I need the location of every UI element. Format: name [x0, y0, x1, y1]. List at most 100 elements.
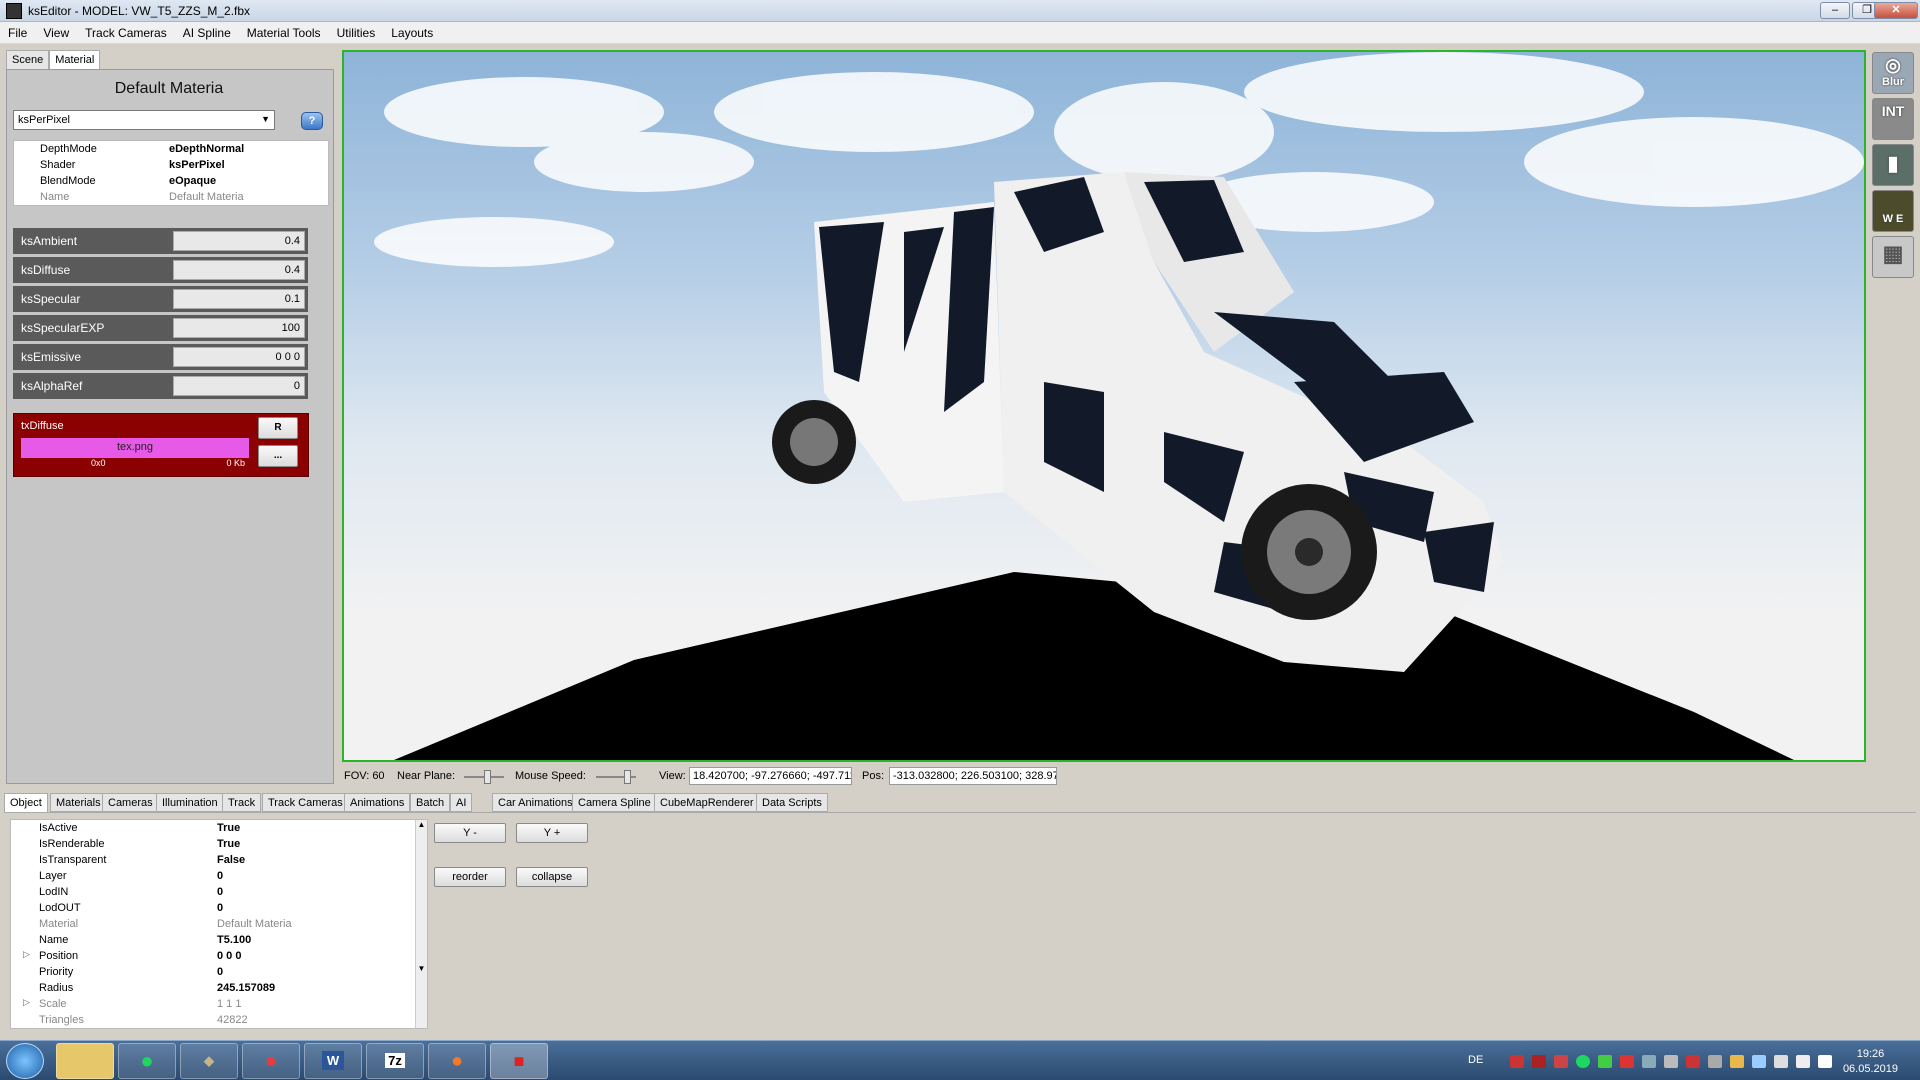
- shader-select-value: ksPerPixel: [18, 114, 70, 126]
- property-row[interactable]: ▷ Position 0 0 0: [11, 948, 427, 964]
- slider-knob[interactable]: [624, 770, 631, 784]
- property-row[interactable]: Triangles 42822: [11, 1012, 427, 1028]
- menu-layouts[interactable]: Layouts: [383, 22, 441, 44]
- param-value-input[interactable]: 0.1: [173, 289, 305, 309]
- property-row[interactable]: Material Default Materia: [11, 916, 427, 932]
- int-hr-lr-button[interactable]: INT: [1872, 98, 1914, 140]
- pos-field[interactable]: -313.032800; 226.503100; 328.97: [889, 767, 1057, 785]
- vivaldi-taskbar-icon[interactable]: ●: [242, 1043, 300, 1079]
- tray-icon[interactable]: [1598, 1055, 1612, 1068]
- tab-track-cameras[interactable]: Track Cameras: [262, 793, 349, 812]
- tab-car-animations[interactable]: Car Animations: [492, 793, 579, 812]
- blur-toggle-button[interactable]: ◎ Blur: [1872, 52, 1914, 94]
- menu-view[interactable]: View: [35, 22, 77, 44]
- expand-icon[interactable]: ▷: [23, 949, 30, 960]
- y-minus-button[interactable]: Y -: [434, 823, 506, 843]
- browse-texture-button[interactable]: ...: [258, 445, 298, 467]
- view-field[interactable]: 18.420700; -97.276660; -497.711: [689, 767, 852, 785]
- tray-icon[interactable]: [1532, 1055, 1546, 1068]
- tab-material[interactable]: Material: [49, 50, 101, 70]
- property-row[interactable]: LodIN 0: [11, 884, 427, 900]
- grid-toggle-button[interactable]: ▦: [1872, 236, 1914, 278]
- blur-icon: ◎: [1885, 55, 1901, 75]
- param-value-input[interactable]: 100: [173, 318, 305, 338]
- 7zip-taskbar-icon[interactable]: 7z: [366, 1043, 424, 1079]
- near-plane-slider[interactable]: [464, 770, 504, 784]
- property-row[interactable]: DepthMode eDepthNormal: [14, 141, 328, 157]
- tab-materials[interactable]: Materials: [50, 793, 107, 812]
- tab-animations[interactable]: Animations: [344, 793, 411, 812]
- tray-icon[interactable]: [1752, 1055, 1766, 1068]
- explorer-taskbar-icon[interactable]: [56, 1043, 114, 1079]
- tab-camera-spline[interactable]: Camera Spline: [572, 793, 657, 812]
- tab-ai[interactable]: AI: [450, 793, 473, 812]
- tray-icon[interactable]: [1730, 1055, 1744, 1068]
- spotify-taskbar-icon[interactable]: ●: [118, 1043, 176, 1079]
- tab-data-scripts[interactable]: Data Scripts: [756, 793, 828, 812]
- shader-select[interactable]: ksPerPixel ▼: [13, 110, 275, 130]
- tab-cubemaprenderer[interactable]: CubeMapRenderer: [654, 793, 760, 812]
- mouse-speed-slider[interactable]: [596, 770, 636, 784]
- tray-icon[interactable]: [1708, 1055, 1722, 1068]
- param-value-input[interactable]: 0: [173, 376, 305, 396]
- tab-scene[interactable]: Scene: [6, 50, 50, 69]
- expand-icon[interactable]: ▷: [23, 997, 30, 1008]
- tab-object[interactable]: Object: [4, 793, 48, 813]
- volume-icon[interactable]: [1818, 1055, 1832, 1068]
- menu-track-cameras[interactable]: Track Cameras: [77, 22, 175, 44]
- we-lights-button[interactable]: W E: [1872, 190, 1914, 232]
- tray-icon[interactable]: [1642, 1055, 1656, 1068]
- tray-icon[interactable]: [1686, 1055, 1700, 1068]
- language-indicator[interactable]: DE: [1468, 1054, 1483, 1066]
- texture-file[interactable]: tex.png: [21, 438, 249, 458]
- tray-icon[interactable]: [1554, 1055, 1568, 1068]
- tray-icon[interactable]: [1510, 1055, 1524, 1068]
- spotify-tray-icon[interactable]: [1576, 1055, 1590, 1068]
- kseditor-taskbar-icon[interactable]: ■: [490, 1043, 548, 1079]
- menu-material-tools[interactable]: Material Tools: [239, 22, 329, 44]
- param-value-input[interactable]: 0 0 0: [173, 347, 305, 367]
- tab-batch[interactable]: Batch: [410, 793, 451, 812]
- property-row[interactable]: Shader ksPerPixel: [14, 157, 328, 173]
- property-row[interactable]: Layer 0: [11, 868, 427, 884]
- slider-knob[interactable]: [484, 770, 491, 784]
- blender-taskbar-icon[interactable]: ●: [428, 1043, 486, 1079]
- tray-icon[interactable]: [1664, 1055, 1678, 1068]
- flag-icon[interactable]: [1796, 1055, 1810, 1068]
- gimp-taskbar-icon[interactable]: ◆: [180, 1043, 238, 1079]
- clock[interactable]: 19:26 06.05.2019: [1843, 1047, 1898, 1077]
- property-row[interactable]: IsRenderable True: [11, 836, 427, 852]
- close-button[interactable]: ✕: [1874, 2, 1918, 19]
- property-row[interactable]: BlendMode eOpaque: [14, 173, 328, 189]
- network-icon[interactable]: [1774, 1055, 1788, 1068]
- reload-texture-button[interactable]: R: [258, 417, 298, 439]
- minimize-button[interactable]: –: [1820, 2, 1850, 19]
- property-row[interactable]: ▷ Scale 1 1 1: [11, 996, 427, 1012]
- collapse-button[interactable]: collapse: [516, 867, 588, 887]
- help-icon[interactable]: ?: [301, 112, 323, 130]
- start-button[interactable]: [6, 1043, 44, 1079]
- property-row[interactable]: LodOUT 0: [11, 900, 427, 916]
- texture-view-button[interactable]: ▮: [1872, 144, 1914, 186]
- property-row[interactable]: Name Default Materia: [14, 189, 328, 205]
- word-taskbar-icon[interactable]: W: [304, 1043, 362, 1079]
- 3d-viewport[interactable]: [342, 50, 1866, 762]
- param-value-input[interactable]: 0.4: [173, 231, 305, 251]
- tray-icon[interactable]: [1620, 1055, 1634, 1068]
- menu-ai-spline[interactable]: AI Spline: [175, 22, 239, 44]
- property-row[interactable]: IsTransparent False: [11, 852, 427, 868]
- tab-track[interactable]: Track: [222, 793, 262, 812]
- property-row[interactable]: Name T5.100: [11, 932, 427, 948]
- bottom-tabs: Object Materials Cameras Illumination Tr…: [4, 793, 1920, 813]
- property-scrollbar[interactable]: ▲ ▼: [415, 820, 427, 1028]
- property-row[interactable]: Priority 0: [11, 964, 427, 980]
- reorder-button[interactable]: reorder: [434, 867, 506, 887]
- param-value-input[interactable]: 0.4: [173, 260, 305, 280]
- menu-file[interactable]: File: [0, 22, 35, 44]
- menu-utilities[interactable]: Utilities: [329, 22, 384, 44]
- y-plus-button[interactable]: Y +: [516, 823, 588, 843]
- tab-illumination[interactable]: Illumination: [156, 793, 224, 812]
- property-row[interactable]: IsActive True: [11, 820, 427, 836]
- tab-cameras[interactable]: Cameras: [102, 793, 159, 812]
- property-row[interactable]: Radius 245.157089: [11, 980, 427, 996]
